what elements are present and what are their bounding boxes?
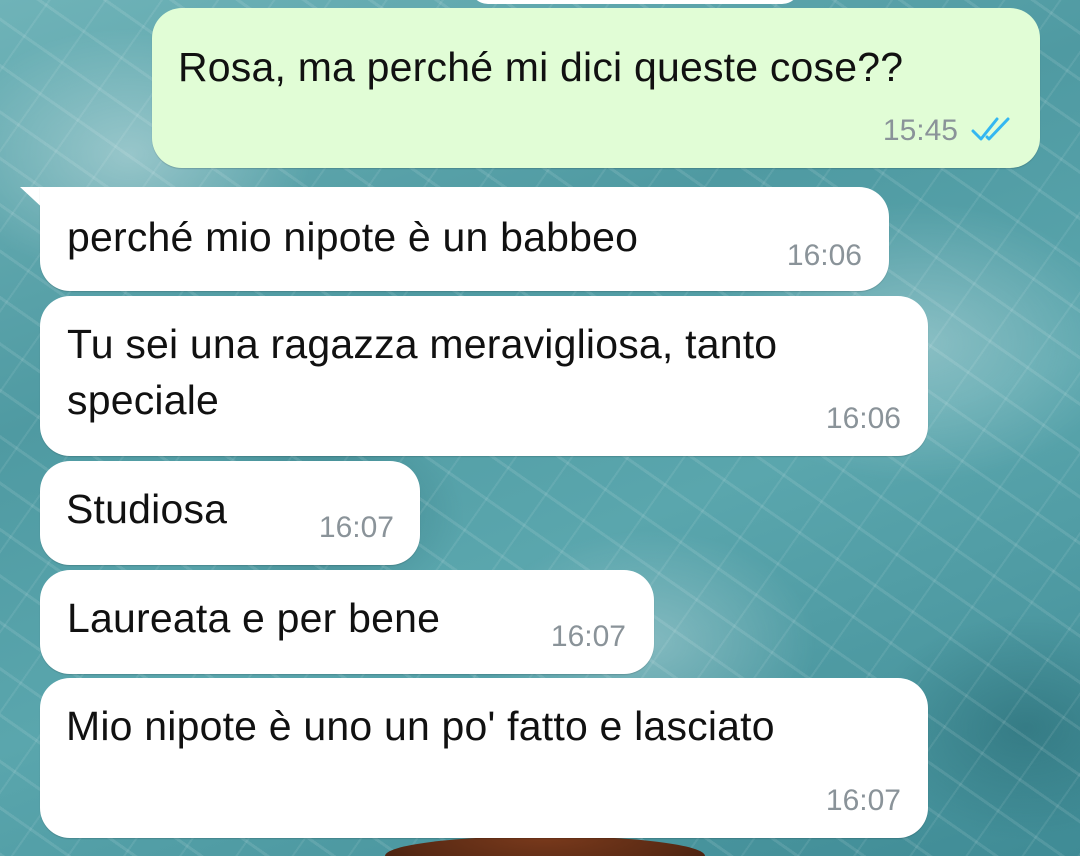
message-bubble-incoming[interactable]: Studiosa 16:07 <box>40 461 420 565</box>
message-text: Studiosa <box>66 486 228 532</box>
double-check-icon <box>971 117 1010 141</box>
message-bubble-incoming[interactable]: Mio nipote è uno un po' fatto e lasciato… <box>40 678 928 838</box>
message-time: 16:06 <box>825 402 901 435</box>
message-time: 16:07 <box>825 784 901 817</box>
message-text: Mio nipote è uno un po' fatto e lasciato <box>66 703 775 749</box>
message-text: Laureata e per bene <box>67 595 441 641</box>
wallpaper-object <box>385 836 705 856</box>
message-time: 16:07 <box>318 511 394 544</box>
message-time: 16:06 <box>786 239 862 272</box>
message-time: 15:45 <box>882 114 958 147</box>
message-text: Tu sei una ragazza meravigliosa, tanto s… <box>67 321 778 423</box>
message-bubble-incoming[interactable]: Laureata e per bene 16:07 <box>40 570 654 674</box>
message-time: 16:07 <box>550 620 626 653</box>
message-text: Rosa, ma perché mi dici queste cose?? <box>178 44 904 90</box>
message-bubble-outgoing[interactable]: Rosa, ma perché mi dici queste cose?? 15… <box>152 8 1040 168</box>
message-bubble-incoming[interactable]: Tu sei una ragazza meravigliosa, tanto s… <box>40 296 928 456</box>
previous-message-edge <box>470 0 800 4</box>
message-bubble-incoming[interactable]: perché mio nipote è un babbeo 16:06 <box>40 187 889 291</box>
message-text: perché mio nipote è un babbeo <box>67 214 639 260</box>
